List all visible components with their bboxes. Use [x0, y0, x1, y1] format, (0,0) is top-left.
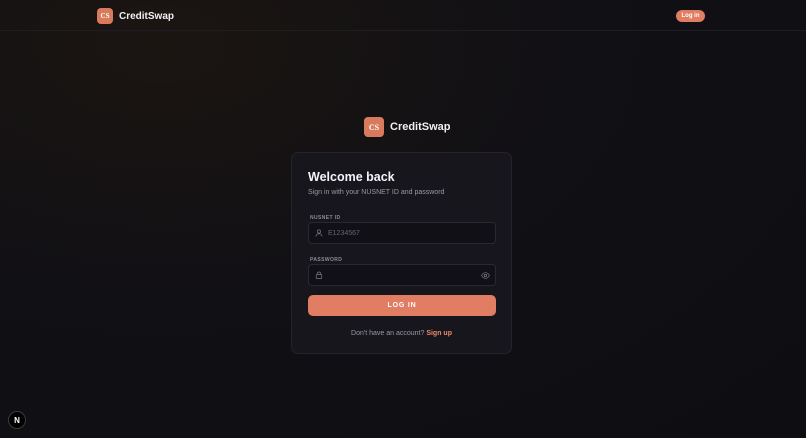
- user-icon: [315, 229, 323, 237]
- nusnet-id-field-wrapper: [308, 222, 496, 244]
- navbar-brand[interactable]: CS CreditSwap: [97, 8, 174, 24]
- signup-link[interactable]: Sign up: [426, 330, 452, 337]
- logo-icon: CS: [97, 8, 113, 24]
- card-subtitle: Sign in with your NUSNET ID and password: [308, 189, 445, 196]
- signup-prompt-row: Don't have an account? Sign up: [292, 330, 511, 337]
- password-field-wrapper: [308, 264, 496, 286]
- signup-prompt-text: Don't have an account?: [351, 330, 425, 337]
- password-label: PASSWORD: [310, 257, 343, 263]
- dev-tools-badge[interactable]: N: [8, 411, 26, 429]
- navbar-login-button[interactable]: Log in: [676, 10, 705, 22]
- nusnet-id-label: NUSNET ID: [310, 215, 341, 221]
- center-brand: CS CreditSwap: [364, 117, 451, 137]
- brand-name: CreditSwap: [390, 121, 451, 133]
- eye-icon[interactable]: [481, 271, 490, 280]
- nusnet-id-input[interactable]: [328, 223, 478, 243]
- top-navbar: CS CreditSwap Log in: [0, 0, 806, 31]
- brand-name: CreditSwap: [119, 10, 175, 22]
- card-title: Welcome back: [308, 170, 395, 184]
- lock-icon: [315, 271, 323, 279]
- logo-icon: CS: [364, 117, 384, 137]
- login-submit-button[interactable]: LOG IN: [308, 295, 496, 316]
- password-input[interactable]: [328, 265, 478, 285]
- login-card: Welcome back Sign in with your NUSNET ID…: [291, 152, 512, 354]
